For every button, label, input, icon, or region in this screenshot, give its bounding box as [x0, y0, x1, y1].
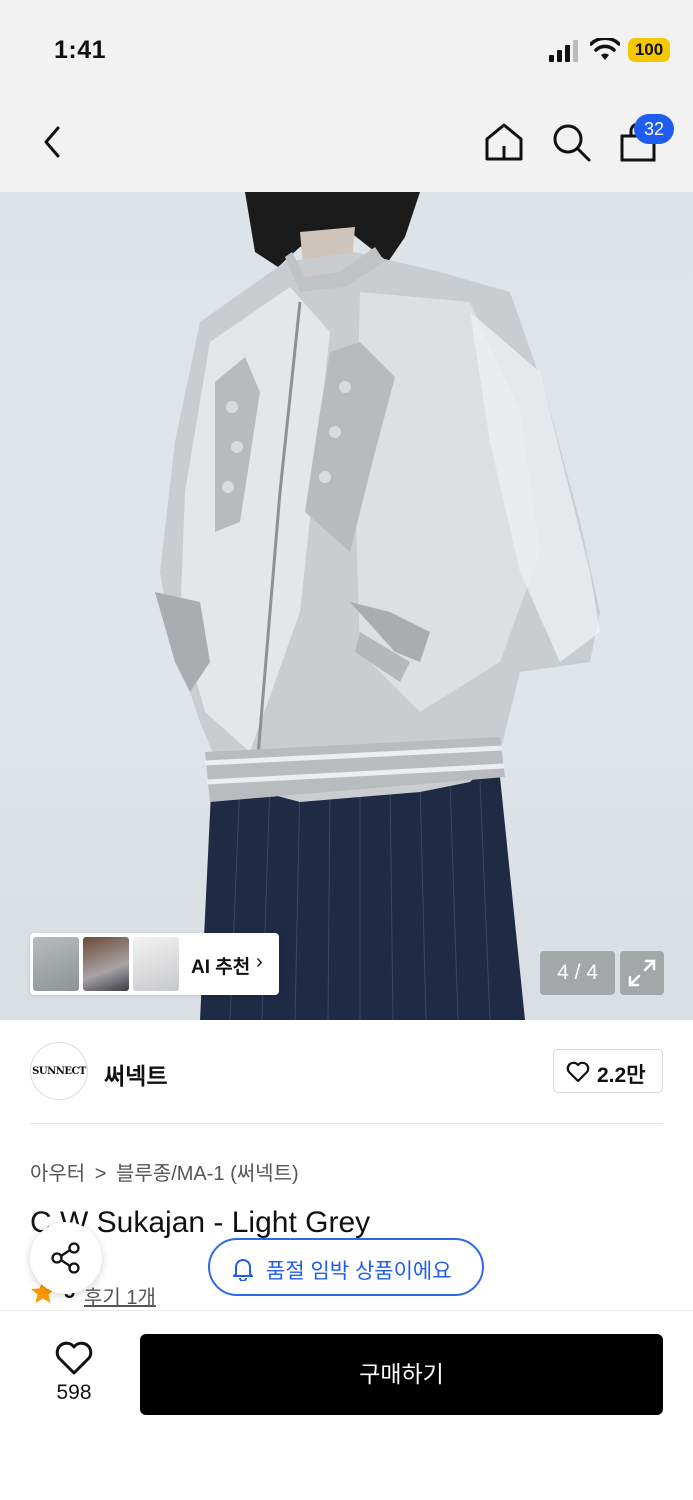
brand-logo[interactable]: SUNNECT	[30, 1042, 88, 1100]
divider	[30, 1123, 663, 1124]
home-icon[interactable]	[480, 118, 528, 166]
expand-button[interactable]	[620, 951, 664, 995]
battery-indicator: 100	[628, 38, 670, 62]
recommend-thumbnail[interactable]	[83, 937, 129, 991]
signal-icon	[549, 40, 578, 62]
bell-icon	[233, 1259, 253, 1281]
search-icon[interactable]	[547, 118, 595, 166]
status-time: 1:41	[54, 36, 107, 64]
soldout-notice[interactable]: 품절 임박 상품이에요	[208, 1238, 484, 1296]
recommend-thumbnail[interactable]	[133, 937, 179, 991]
heart-icon	[566, 1061, 590, 1083]
product-image[interactable]	[0, 192, 693, 1020]
breadcrumb-category[interactable]: 아우터	[30, 1163, 85, 1185]
image-counter: 4 / 4	[540, 951, 615, 995]
back-icon[interactable]	[30, 118, 78, 166]
recommend-thumbnail[interactable]	[33, 937, 79, 991]
expand-icon	[628, 959, 656, 987]
cart-count-badge: 32	[634, 114, 674, 144]
status-bar: 1:41 100	[0, 0, 693, 96]
nav-bar	[0, 96, 693, 192]
soldout-text: 품절 임박 상품이에요	[266, 1260, 452, 1283]
ai-recommend-label: AI 추천	[191, 957, 251, 978]
buy-button[interactable]: 구매하기	[140, 1334, 663, 1415]
breadcrumb: 아우터 > 블루종/MA-1 (써넥트)	[30, 1157, 303, 1186]
heart-icon[interactable]	[50, 1341, 98, 1377]
brand-name[interactable]: 써넥트	[104, 1057, 167, 1091]
ai-recommend-button[interactable]: AI 추천 ›	[30, 933, 279, 995]
product-photo	[155, 192, 600, 1020]
wish-count: 598	[56, 1381, 92, 1404]
chevron-right-icon: ›	[256, 951, 263, 973]
share-button[interactable]	[30, 1222, 102, 1294]
brand-like-count: 2.2만	[597, 1064, 646, 1087]
brand-like-button[interactable]: 2.2만	[553, 1049, 663, 1093]
share-icon	[51, 1242, 80, 1274]
breadcrumb-separator: >	[94, 1163, 107, 1185]
breadcrumb-subcategory[interactable]: 블루종/MA-1 (써넥트)	[116, 1163, 299, 1185]
wifi-icon	[590, 38, 620, 60]
review-count-link[interactable]: 후기 1개	[84, 1281, 156, 1310]
